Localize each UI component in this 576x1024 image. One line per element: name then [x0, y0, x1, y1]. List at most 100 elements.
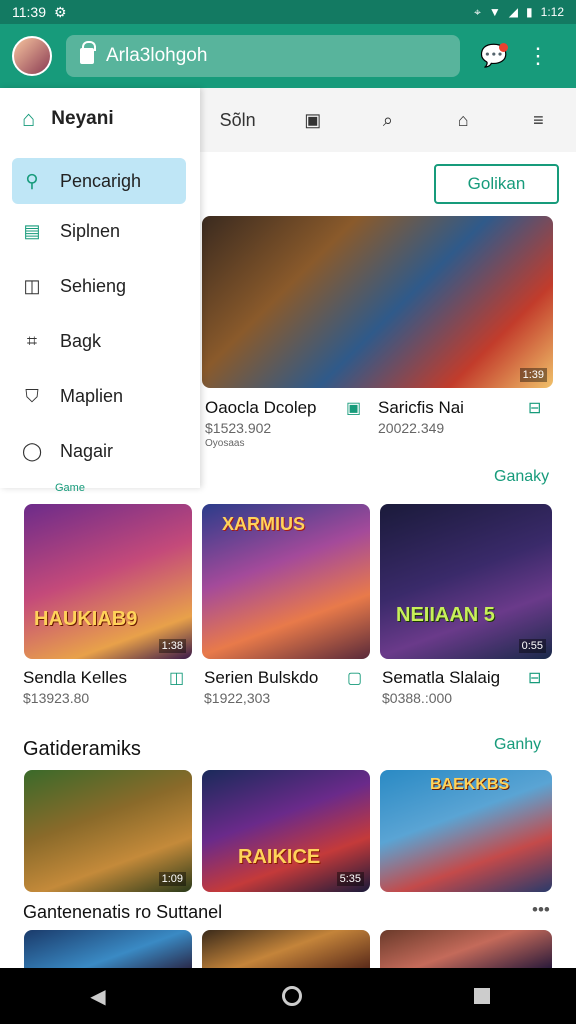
game-card[interactable]: RAIKICE 5:35 — [202, 770, 370, 892]
section2-title: Gatideramiks — [23, 738, 141, 760]
duration-badge: 1:38 — [158, 639, 186, 653]
featured-card[interactable]: 1:39 — [202, 216, 553, 388]
home-icon: ⌂ — [22, 106, 36, 131]
featured-thumbnail — [202, 216, 553, 388]
section2-link[interactable]: Ganhy — [494, 736, 541, 754]
drawer-item-tag[interactable]: ⌗ Bagk — [0, 314, 200, 369]
more-options-icon[interactable]: ••• — [532, 900, 550, 920]
status-right-text: 1:12 — [540, 5, 564, 19]
bookmark-icon[interactable]: ▢ — [347, 668, 362, 688]
game-art-title: XARMIUS — [222, 514, 306, 534]
search-icon: ⌕ — [382, 109, 394, 130]
drawer-item-label: Bagk — [60, 331, 102, 351]
tab-bar: Sõln ▣ ⌕ ⌂ ≡ — [200, 88, 576, 152]
signal-icon: ◢ — [508, 5, 519, 19]
tab-photo[interactable]: ▣ — [291, 110, 335, 131]
game-price: $1922,303 — [204, 690, 271, 706]
image-icon: ▣ — [304, 109, 322, 130]
drawer-title: Neyani — [51, 108, 114, 129]
game-art-title: BAEKKBS — [430, 776, 510, 793]
wifi-icon: ▼ — [488, 5, 501, 19]
bookmark-icon[interactable]: ▣ — [346, 398, 361, 418]
game-card[interactable] — [380, 930, 552, 968]
drawer-header[interactable]: ⌂ Neyani — [0, 88, 200, 150]
game-thumbnail — [380, 930, 552, 968]
url-bar[interactable]: Arla3lohgoh — [66, 35, 460, 77]
notification-dot — [499, 43, 508, 52]
duration-badge: 1:09 — [158, 872, 186, 886]
game-card[interactable]: 1:09 — [24, 770, 192, 892]
game-thumbnail — [24, 504, 192, 659]
section3-title: Gantenenatis ro Suttanel — [23, 902, 223, 922]
chat-button[interactable]: 💬 — [476, 43, 512, 69]
featured-right-title[interactable]: Saricfis Nai — [378, 398, 464, 418]
status-time: 11:39 — [12, 4, 46, 20]
back-icon: ◀ — [90, 986, 106, 1008]
drawer-item-label: Siplnen — [60, 221, 121, 241]
back-button[interactable]: ◀ — [86, 984, 110, 1008]
drawer-item-label: Pencarigh — [60, 170, 142, 191]
bag-icon: ◫ — [23, 276, 41, 296]
duration-badge: 0:55 — [518, 639, 546, 653]
game-art-title: NEIIAAN 5 — [396, 604, 495, 626]
app-bar: Arla3lohgoh 💬 ⋮ — [0, 24, 576, 88]
featured-right-price: 20022.349 — [378, 420, 445, 436]
game-thumbnail — [380, 504, 552, 659]
drawer-item-label: Maplien — [60, 386, 124, 406]
tab-search[interactable]: ⌕ — [366, 110, 410, 131]
drawer-item-pin[interactable]: ◯ Nagair — [0, 424, 200, 479]
system-nav-bar: ◀ — [0, 968, 576, 1024]
game-title[interactable]: Sendla Kelles — [23, 668, 127, 688]
game-art-title: RAIKICE — [238, 846, 321, 868]
game-card[interactable] — [24, 930, 192, 968]
game-card[interactable]: BAEKKBS — [380, 770, 552, 892]
drawer-item-label: Sehieng — [60, 276, 127, 296]
lock-icon — [80, 41, 96, 64]
featured-left-sub: Oyosaas — [205, 438, 245, 449]
game-price: $0388.:000 — [382, 690, 453, 706]
tab-bag[interactable]: ⌂ — [441, 110, 485, 131]
game-price: $13923.80 — [23, 690, 90, 706]
tab-menu[interactable]: ≡ — [516, 110, 560, 131]
shield-icon: ⛉ — [25, 386, 39, 406]
pin-icon: ◯ — [22, 441, 43, 461]
drawer-item-search[interactable]: ⚲ Pencarigh — [12, 158, 186, 204]
settings-icon: ⚙ — [54, 3, 67, 20]
more-vert-icon: ⋮ — [527, 43, 549, 68]
more-menu-button[interactable]: ⋮ — [520, 43, 556, 69]
section1-link[interactable]: Ganaky — [494, 468, 549, 486]
game-card[interactable]: NEIIAAN 5 0:55 — [380, 504, 552, 659]
duration-badge: 1:39 — [519, 368, 547, 382]
game-title[interactable]: Sematla Slalaig — [382, 668, 500, 688]
game-card[interactable]: HAUKIAB9 1:38 — [24, 504, 192, 659]
game-card[interactable] — [202, 930, 370, 968]
battery-icon: ▮ — [526, 5, 533, 19]
tab-text[interactable]: Sõln — [216, 110, 260, 131]
navigation-drawer: ⌂ Neyani ⚲ Pencarigh ▤ Siplnen ◫ Sehieng… — [0, 88, 200, 494]
home-button[interactable] — [282, 986, 302, 1006]
status-icons: ⌖ ▼ ◢ ▮ 1:12 — [474, 5, 564, 20]
game-title[interactable]: Serien Bulskdo — [204, 668, 318, 688]
bookmark-icon[interactable]: ⊟ — [528, 668, 541, 688]
recents-button[interactable] — [474, 988, 490, 1004]
featured-left-title[interactable]: Oaocla Dcolep — [205, 398, 317, 418]
bookmark-icon[interactable]: ◫ — [169, 668, 184, 688]
tag-icon: ⌗ — [26, 331, 38, 351]
search-icon: ⚲ — [25, 170, 39, 191]
drawer-item-label: Nagair — [60, 441, 114, 461]
drawer-item-shield[interactable]: ⛉ Maplien — [0, 369, 200, 424]
featured-left-price: $1523.902 — [205, 420, 272, 436]
bag-icon: ⌂ — [457, 109, 469, 130]
card-icon: ▤ — [23, 221, 41, 241]
collect-button[interactable]: Golikan — [434, 164, 559, 204]
avatar[interactable] — [12, 36, 52, 76]
game-card[interactable]: XARMIUS — [202, 504, 370, 659]
duration-badge: 5:35 — [336, 872, 364, 886]
game-thumbnail — [24, 930, 192, 968]
bookmark-icon[interactable]: ⊟ — [528, 398, 541, 418]
drawer-item-card[interactable]: ▤ Siplnen — [0, 204, 200, 259]
game-art-title: HAUKIAB9 — [34, 608, 138, 630]
menu-icon: ≡ — [533, 109, 544, 130]
drawer-sub-label: Game — [55, 482, 85, 494]
drawer-item-bag[interactable]: ◫ Sehieng — [0, 259, 200, 314]
